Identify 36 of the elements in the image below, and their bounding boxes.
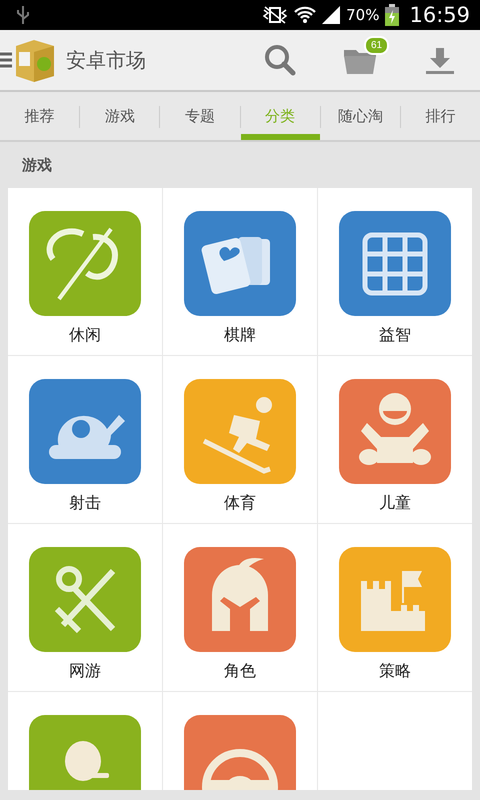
category-tile[interactable]: 益智 [318,188,472,355]
category-label: 射击 [69,493,101,514]
search-icon [264,44,296,76]
category-label: 儿童 [379,493,411,514]
category-tile[interactable]: 休闲 [8,188,162,355]
battery-icon [385,4,400,26]
category-label: 策略 [379,661,411,682]
category-label: 益智 [379,325,411,346]
download-icon [426,46,454,74]
app-title: 安卓市场 [66,46,146,74]
tab[interactable]: 专题 [160,92,240,140]
category-label: 棋牌 [224,325,256,346]
category-label: 休闲 [69,325,101,346]
category-tile[interactable]: 射击 [8,356,162,523]
category-tile[interactable]: 策略 [318,524,472,691]
tab[interactable]: 排行 [400,92,480,140]
tab[interactable]: 游戏 [80,92,160,140]
signal-icon [322,6,340,24]
battery-percentage: 70% [346,6,380,24]
category-tile[interactable]: 体育 [163,356,317,523]
tab[interactable]: 推荐 [0,92,80,140]
count-badge: 61 [364,36,390,55]
category-tile[interactable]: 棋牌 [163,188,317,355]
category-label: 体育 [224,493,256,514]
clock-time: 16:59 [409,3,470,27]
wifi-icon [294,5,316,25]
category-tile[interactable]: 网游 [8,524,162,691]
category-label: 角色 [224,661,256,682]
menu-icon[interactable] [0,51,12,69]
vibrate-mute-icon [262,6,288,24]
section-title: 游戏 [22,156,52,174]
category-tile[interactable]: 角色 [163,524,317,691]
usb-icon [16,5,30,25]
category-label: 网游 [69,661,101,682]
category-tile[interactable]: 儿童 [318,356,472,523]
tab[interactable]: 随心淘 [320,92,400,140]
